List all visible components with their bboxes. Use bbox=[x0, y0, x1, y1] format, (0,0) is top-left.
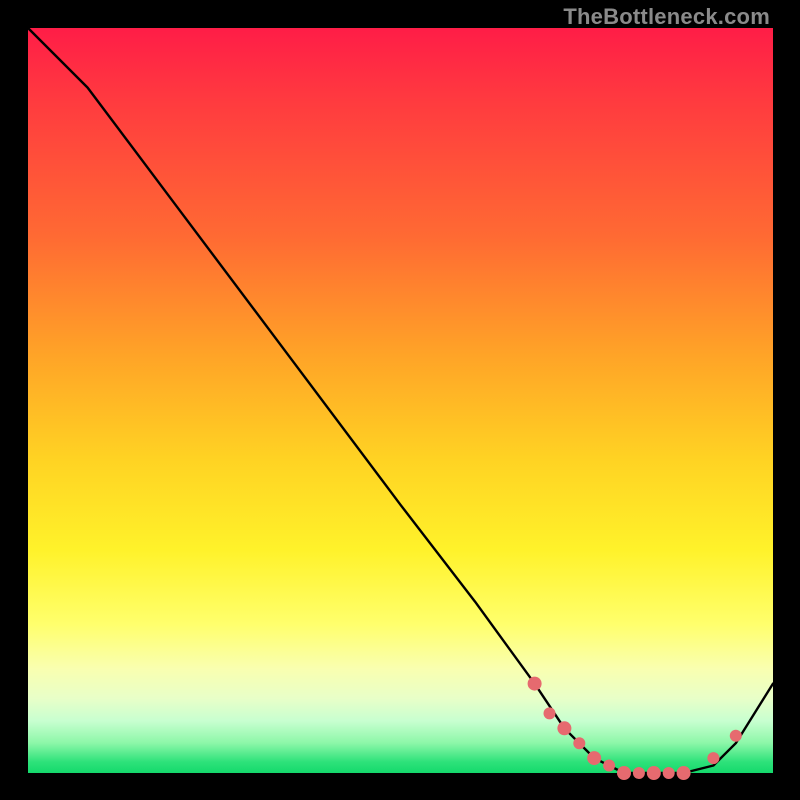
data-dot bbox=[633, 767, 645, 779]
data-dot bbox=[587, 751, 601, 765]
data-dot bbox=[617, 766, 631, 780]
curve-dots bbox=[528, 677, 742, 780]
data-dot bbox=[707, 752, 719, 764]
data-dot bbox=[603, 760, 615, 772]
data-dot bbox=[528, 677, 542, 691]
curve-line bbox=[28, 28, 773, 773]
data-dot bbox=[663, 767, 675, 779]
chart-stage: TheBottleneck.com bbox=[0, 0, 800, 800]
data-dot bbox=[557, 721, 571, 735]
data-dot bbox=[544, 707, 556, 719]
data-dot bbox=[677, 766, 691, 780]
bottleneck-curve bbox=[28, 28, 773, 773]
data-dot bbox=[647, 766, 661, 780]
plot-area bbox=[28, 28, 773, 773]
data-dot bbox=[730, 730, 742, 742]
data-dot bbox=[573, 737, 585, 749]
watermark-text: TheBottleneck.com bbox=[563, 4, 770, 30]
